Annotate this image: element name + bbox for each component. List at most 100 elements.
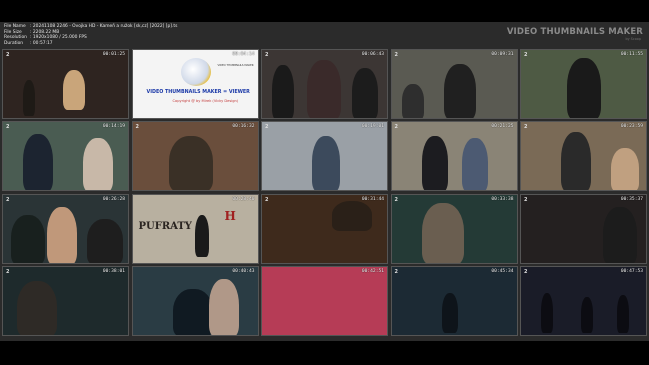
- timestamp: 00:16:32: [232, 124, 255, 130]
- thumb-07[interactable]: 2 00:16:32: [131, 121, 259, 192]
- timestamp: 00:40:43: [232, 268, 255, 274]
- channel-logo: 2: [394, 124, 398, 131]
- channel-logo: 2: [6, 52, 10, 58]
- thumb-03[interactable]: 2 00:06:43: [261, 49, 388, 119]
- channel-logo: 2: [394, 196, 398, 203]
- timestamp: 00:28:40: [232, 196, 255, 202]
- channel-logo: 2: [524, 124, 528, 131]
- timestamp: 00:42:51: [361, 268, 384, 274]
- scene-figure: [87, 218, 123, 263]
- timestamp: 00:35:37: [620, 196, 643, 202]
- channel-logo: 2: [265, 196, 269, 203]
- thumb-05[interactable]: 2 00:11:55: [520, 49, 647, 119]
- timestamp: 00:26:28: [102, 196, 125, 202]
- scene-figure: [461, 138, 488, 191]
- timestamp: 00:45:34: [491, 268, 514, 274]
- scene-figure: [617, 294, 629, 333]
- scene-figure: [47, 206, 77, 263]
- scene-figure: [611, 148, 639, 191]
- timestamp: 00:31:44: [361, 196, 384, 202]
- thumb-13[interactable]: 2 00:31:44: [261, 193, 388, 264]
- file-info-row: Duration : 00:57:17: [4, 41, 177, 47]
- timestamp: 00:19:01: [361, 124, 384, 130]
- channel-logo: 2: [6, 124, 10, 131]
- scene-figure: [441, 292, 458, 333]
- timestamp: 00:21:25: [491, 124, 514, 130]
- channel-logo: 2: [6, 268, 10, 275]
- thumb-02[interactable]: VIDEO THUMBNAILS MAKER = VIEWER Copyright…: [131, 49, 259, 119]
- thumb-11[interactable]: 2 00:26:28: [2, 193, 129, 264]
- thumb-19[interactable]: 2 00:45:34: [390, 265, 518, 336]
- thumb-20[interactable]: 2 00:47:53: [520, 265, 647, 336]
- timestamp: 00:11:55: [620, 52, 643, 57]
- scene-figure: [168, 136, 213, 191]
- channel-logo: 2: [265, 124, 269, 131]
- channel-logo: 2: [6, 196, 10, 203]
- thumbnail-grid: 2 00:01:25 VIDEO THUMBNAILS MAKER = VIEWER…: [2, 49, 647, 339]
- file-info-value: : 00:57:17: [30, 40, 53, 46]
- card-title: VIDEO THUMBNAILS MAKER = VIEWER: [146, 90, 250, 95]
- card-copyright: Copyright @ by Mirek (Vicky Design): [172, 99, 239, 103]
- scene-figure: [23, 134, 53, 191]
- timestamp: 00:33:38: [491, 196, 514, 202]
- thumb-01[interactable]: 2 00:01:25: [2, 49, 129, 119]
- scene-figure: [272, 65, 294, 118]
- file-info: File Name: 20241108 2246 - Ovojka HD - K…: [4, 24, 177, 46]
- thumb-18[interactable]: 00:42:51: [261, 265, 388, 336]
- scene-figure: [581, 296, 593, 333]
- scene-figure: [541, 292, 553, 333]
- bird-logo-icon: [180, 58, 211, 86]
- thumb-12[interactable]: PUFRATY H 00:28:40: [131, 193, 259, 264]
- thumb-10[interactable]: 2 00:23:59: [520, 121, 647, 192]
- wall-graffiti-left: PUFRATY: [138, 220, 192, 232]
- channel-logo: 2: [524, 268, 528, 275]
- channel-logo: 2: [135, 124, 139, 131]
- scene-figure: [17, 280, 57, 335]
- timestamp: 00:06:43: [361, 52, 384, 57]
- scene-figure: [401, 84, 424, 118]
- thumb-09[interactable]: 2 00:21:25: [390, 121, 518, 192]
- timestamp: 00:09:31: [491, 52, 514, 57]
- timestamp: 00:01:25: [102, 52, 125, 57]
- thumb-08[interactable]: 2 00:19:01: [261, 121, 388, 192]
- scene-figure: [307, 60, 341, 118]
- thumb-14[interactable]: 2 00:33:38: [390, 193, 518, 264]
- thumb-15[interactable]: 2 00:35:37: [520, 193, 647, 264]
- card-mini-text: VIDEO THUMBNAILS MAKER: [217, 64, 254, 67]
- timestamp: 00:47:53: [620, 268, 643, 274]
- file-info-label: Duration: [4, 40, 24, 46]
- timestamp: 00:14:19: [102, 124, 125, 130]
- thumb-17[interactable]: 00:40:43: [131, 265, 259, 336]
- thumb-06[interactable]: 2 00:14:19: [2, 121, 129, 192]
- scene-figure: [63, 70, 85, 110]
- contact-sheet: File Name: 20241108 2246 - Ovojka HD - K…: [0, 22, 649, 341]
- timestamp: 00:38:01: [102, 268, 125, 274]
- scene-figure: [83, 138, 113, 191]
- scene-figure: [208, 278, 239, 335]
- channel-logo: 2: [394, 268, 398, 275]
- timestamp: 00:23:59: [620, 124, 643, 130]
- thumb-04[interactable]: 2 00:09:31: [390, 49, 518, 119]
- channel-logo: 2: [524, 196, 528, 203]
- thumb-16[interactable]: 2 00:38:01: [2, 265, 129, 336]
- scene-figure: [443, 64, 476, 118]
- wall-graffiti-right: H: [224, 208, 236, 223]
- channel-logo: 2: [394, 52, 398, 58]
- scene-figure: [421, 202, 464, 263]
- scene-figure: [172, 288, 213, 335]
- scene-figure: [603, 206, 637, 263]
- brand-subtitle: by Scoop: [625, 37, 641, 41]
- scene-figure: [567, 58, 601, 118]
- channel-logo: 2: [265, 52, 269, 58]
- scene-figure: [561, 132, 591, 191]
- scene-figure: [421, 136, 448, 191]
- brand-title: VIDEO THUMBNAILS MAKER: [506, 27, 643, 37]
- scene-figure: [194, 214, 209, 257]
- scene-figure: [332, 200, 372, 231]
- scene-figure: [23, 80, 35, 116]
- channel-logo: 2: [524, 52, 528, 58]
- scene-figure: [312, 136, 340, 191]
- scene-figure: [352, 68, 378, 118]
- scene-figure: [11, 214, 45, 263]
- timestamp: 00:04:14: [232, 52, 255, 57]
